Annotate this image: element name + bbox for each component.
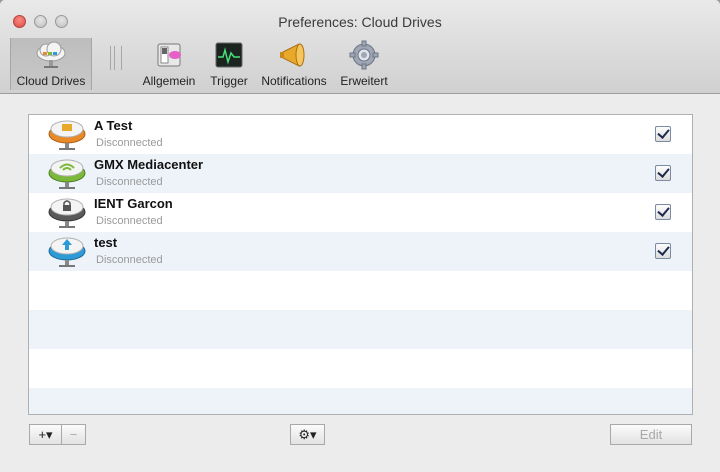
toolbar: Preferences: Cloud Drives Cloud Drives A…	[0, 0, 720, 94]
drive-name: IENT Garcon	[94, 196, 173, 211]
drive-status: Disconnected	[96, 137, 163, 149]
toolbar-tab-label: Allgemein	[142, 74, 196, 88]
remove-drive-button[interactable]: −	[62, 424, 86, 445]
activity-monitor-icon	[215, 42, 243, 68]
drive-status: Disconnected	[96, 215, 163, 227]
drive-status: Disconnected	[96, 176, 163, 188]
toolbar-tab-allgemein[interactable]: Allgemein	[138, 38, 200, 90]
empty-row	[29, 349, 692, 388]
drive-enabled-checkbox[interactable]	[655, 126, 671, 142]
list-item[interactable]: A Test Disconnected	[29, 115, 692, 154]
toolbar-tab-cloud-drives[interactable]: Cloud Drives	[10, 38, 92, 90]
upload-cloud-icon	[48, 237, 86, 267]
drive-name: GMX Mediacenter	[94, 157, 204, 172]
toolbar-separator	[110, 46, 122, 70]
drive-status: Disconnected	[96, 254, 163, 266]
toolbar-tab-label: Notifications	[261, 74, 327, 88]
drive-enabled-checkbox[interactable]	[655, 243, 671, 259]
edit-button[interactable]: Edit	[610, 424, 692, 445]
toolbar-tab-label: Trigger	[210, 74, 248, 88]
window-title: Preferences: Cloud Drives	[278, 14, 442, 30]
empty-row	[29, 388, 692, 414]
gear-icon	[349, 40, 379, 70]
megaphone-icon	[280, 43, 305, 67]
lock-cloud-icon	[48, 198, 86, 228]
empty-row	[29, 271, 692, 310]
list-item[interactable]: GMX Mediacenter Disconnected	[29, 154, 692, 193]
drive-enabled-checkbox[interactable]	[655, 204, 671, 220]
action-gear-button[interactable]: ⚙▾	[290, 424, 325, 445]
add-drive-button[interactable]: +▾	[29, 424, 62, 445]
folder-cloud-icon	[48, 120, 86, 150]
empty-row	[29, 310, 692, 349]
list-item[interactable]: IENT Garcon Disconnected	[29, 193, 692, 232]
toolbar-tab-trigger[interactable]: Trigger	[204, 38, 254, 90]
list-item[interactable]: test Disconnected	[29, 232, 692, 271]
wifi-cloud-icon	[48, 159, 86, 189]
switch-icon	[157, 43, 181, 67]
drive-enabled-checkbox[interactable]	[655, 165, 671, 181]
toolbar-tab-label: Cloud Drives	[16, 74, 86, 88]
drive-name: test	[94, 235, 118, 250]
toolbar-tab-label: Erweitert	[340, 74, 388, 88]
cloud-drives-list[interactable]: A Test Disconnected GMX Mediacenter Disc…	[28, 114, 693, 415]
preferences-window: Preferences: Cloud Drives Cloud Drives A…	[0, 0, 720, 472]
toolbar-tab-notifications[interactable]: Notifications	[256, 38, 332, 90]
toolbar-tab-erweitert[interactable]: Erweitert	[334, 38, 394, 90]
drive-name: A Test	[94, 118, 133, 133]
cloud-drives-icon	[36, 41, 66, 68]
